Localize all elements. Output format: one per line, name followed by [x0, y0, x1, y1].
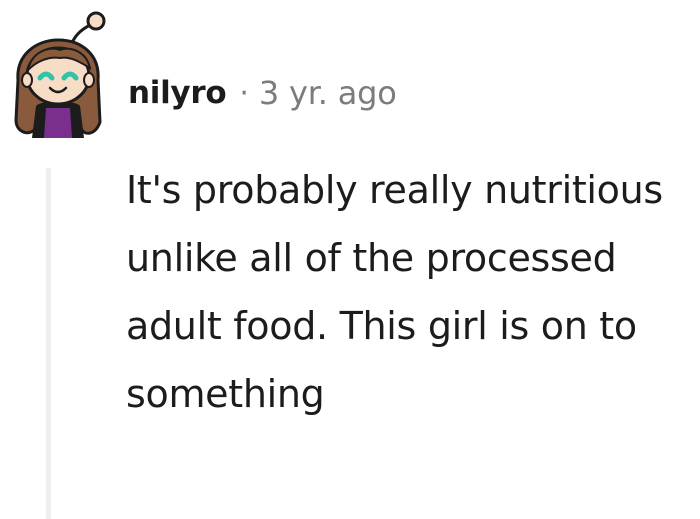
user-avatar[interactable] [8, 10, 108, 138]
comment-timestamp[interactable]: 3 yr. ago [259, 74, 397, 112]
meta-separator: · [239, 75, 249, 111]
snoo-avatar-icon [14, 11, 106, 138]
thread-collapse-line[interactable] [46, 168, 51, 519]
comment-body: It's probably really nutritious unlike a… [126, 168, 663, 416]
comment-header: nilyro · 3 yr. ago [128, 68, 397, 118]
comment: nilyro · 3 yr. ago It's probably really … [0, 0, 700, 519]
username-link[interactable]: nilyro [128, 75, 227, 111]
